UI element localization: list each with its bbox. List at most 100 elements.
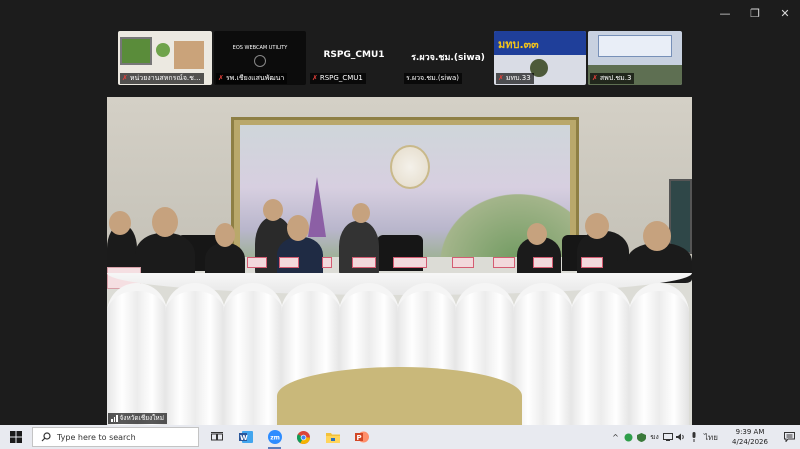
shield-glyph: [637, 432, 646, 442]
participant-gallery: ✗ หน่วยงานสหกรณ์จ.ช... EOS WEBCAM UTILITY…: [118, 31, 682, 85]
participant-display-name: ร.ผวจ.ชม.(siwa): [411, 53, 485, 63]
word-app[interactable]: W: [231, 425, 260, 449]
person-head: [263, 199, 283, 221]
windows-logo-icon: [10, 431, 22, 443]
zoom-meeting-window: — ❐ ✕ ✗ หน่วยงานสหกรณ์จ.ช... EOS WEBCAM U…: [0, 0, 800, 449]
chevron-up-icon[interactable]: ^: [609, 425, 622, 449]
taskbar-search[interactable]: Type here to search: [32, 427, 199, 447]
clock-time: 9:39 AM: [735, 428, 765, 436]
nameplate: [352, 257, 376, 268]
nameplate: [493, 257, 515, 268]
volume-icon[interactable]: [674, 425, 687, 449]
active-speaker-video[interactable]: จังหวัดเชียงใหม่: [107, 97, 692, 425]
task-view-button[interactable]: [202, 425, 231, 449]
close-button[interactable]: ✕: [770, 0, 800, 26]
nameplate: [533, 257, 553, 268]
nameplate: [393, 257, 427, 268]
participant-tile[interactable]: RSPG_CMU1 ✗ RSPG_CMU1: [308, 31, 400, 85]
language-indicator[interactable]: ไทย: [700, 425, 722, 449]
mic-muted-icon: ✗: [592, 74, 598, 82]
chrome-icon: [297, 430, 310, 444]
search-input[interactable]: Type here to search: [57, 433, 136, 442]
chrome-app[interactable]: [289, 425, 318, 449]
person-head: [215, 223, 235, 247]
projection-screen: [598, 35, 672, 57]
mic-glyph: [692, 432, 695, 442]
table-drape: [513, 283, 573, 425]
task-view-icon: [210, 432, 223, 441]
participant-name: ✗ รพ.เชียงแสนพัฒนา: [216, 73, 288, 84]
participant-tile[interactable]: มทบ.๓๓ ✗ มทบ.33: [494, 31, 586, 85]
zoom-app[interactable]: zm: [260, 425, 289, 449]
tray-green-icon: [624, 433, 633, 441]
participant-name: ร.ผวจ.ชม.(siwa): [404, 73, 463, 84]
network-icon[interactable]: [661, 425, 674, 449]
participant-display-name: RSPG_CMU1: [323, 50, 385, 60]
start-button[interactable]: [0, 425, 32, 449]
system-clock[interactable]: 9:39 AM 4/24/2026: [722, 427, 778, 447]
participant-name: ✗ RSPG_CMU1: [310, 73, 366, 84]
person: [577, 231, 629, 277]
doorway: [174, 41, 204, 69]
word-icon: W: [238, 431, 253, 443]
table-drape: [571, 283, 631, 425]
person-head: [585, 213, 609, 239]
pagoda: [308, 177, 326, 237]
table-drape: [629, 283, 689, 425]
nameplate: [247, 257, 267, 268]
restore-button[interactable]: ❐: [740, 0, 770, 26]
window-controls: — ❐ ✕: [710, 0, 800, 26]
svg-text:W: W: [240, 434, 248, 442]
person-head: [287, 215, 309, 241]
signal-strength-icon: [111, 415, 118, 422]
active-speaker-name: จังหวัดเชียงใหม่: [108, 413, 167, 424]
input-language-icon[interactable]: ฆง: [648, 425, 661, 449]
participant-name: ✗ มทบ.33: [496, 73, 534, 84]
svg-text:zm: zm: [270, 435, 280, 442]
system-tray: ^ ฆง ไทย 9:39 AM 4/24/2026: [609, 425, 800, 449]
microphone-icon[interactable]: [687, 425, 700, 449]
taskbar-apps: W zm P: [202, 425, 376, 449]
svg-text:P: P: [356, 434, 361, 442]
participant-tile[interactable]: ✗ สพป.ชม.3: [588, 31, 682, 85]
participant-name: ✗ หน่วยงานสหกรณ์จ.ช...: [120, 73, 204, 84]
person-head: [152, 207, 178, 237]
video-thumbnail: [120, 37, 152, 65]
clock-date: 4/24/2026: [732, 438, 768, 446]
participant-tile[interactable]: ร.ผวจ.ชม.(siwa) ร.ผวจ.ชม.(siwa): [402, 31, 494, 85]
participant-name: ✗ สพป.ชม.3: [590, 73, 635, 84]
participant-tile[interactable]: ✗ หน่วยงานสหกรณ์จ.ช...: [118, 31, 212, 85]
notification-icon: [783, 432, 795, 442]
person-head: [352, 203, 370, 223]
powerpoint-icon: P: [354, 431, 369, 443]
nameplate: [322, 257, 332, 268]
folder-icon: [325, 432, 340, 443]
table-drape: [165, 283, 225, 425]
mic-muted-icon: ✗: [498, 74, 504, 82]
logo-icon: [156, 43, 170, 57]
carpet: [277, 367, 522, 425]
nameplate: [452, 257, 474, 268]
speaker-glyph: [675, 433, 684, 441]
shield-icon[interactable]: [635, 425, 648, 449]
province-emblem: [390, 145, 430, 189]
table-drape: [223, 283, 283, 425]
unit-sign: มทบ.๓๓: [498, 38, 539, 51]
mic-muted-icon: ✗: [312, 74, 318, 82]
nameplate: [279, 257, 299, 268]
person-head: [527, 223, 547, 245]
participant-tile[interactable]: EOS WEBCAM UTILITY ✗ รพ.เชียงแสนพัฒนา: [214, 31, 306, 85]
nameplate: [581, 257, 603, 268]
webcam-overlay-text: EOS WEBCAM UTILITY: [232, 45, 288, 51]
powerpoint-app[interactable]: P: [347, 425, 376, 449]
wall-panel: [669, 179, 692, 254]
zoom-icon: zm: [267, 430, 282, 444]
file-explorer-app[interactable]: [318, 425, 347, 449]
tray-app-icon[interactable]: [622, 425, 635, 449]
notification-button[interactable]: [778, 425, 800, 449]
mic-muted-icon: ✗: [122, 74, 128, 82]
mic-muted-icon: ✗: [218, 74, 224, 82]
network-glyph: [662, 433, 673, 441]
person-head: [643, 221, 671, 251]
minimize-button[interactable]: —: [710, 0, 740, 26]
